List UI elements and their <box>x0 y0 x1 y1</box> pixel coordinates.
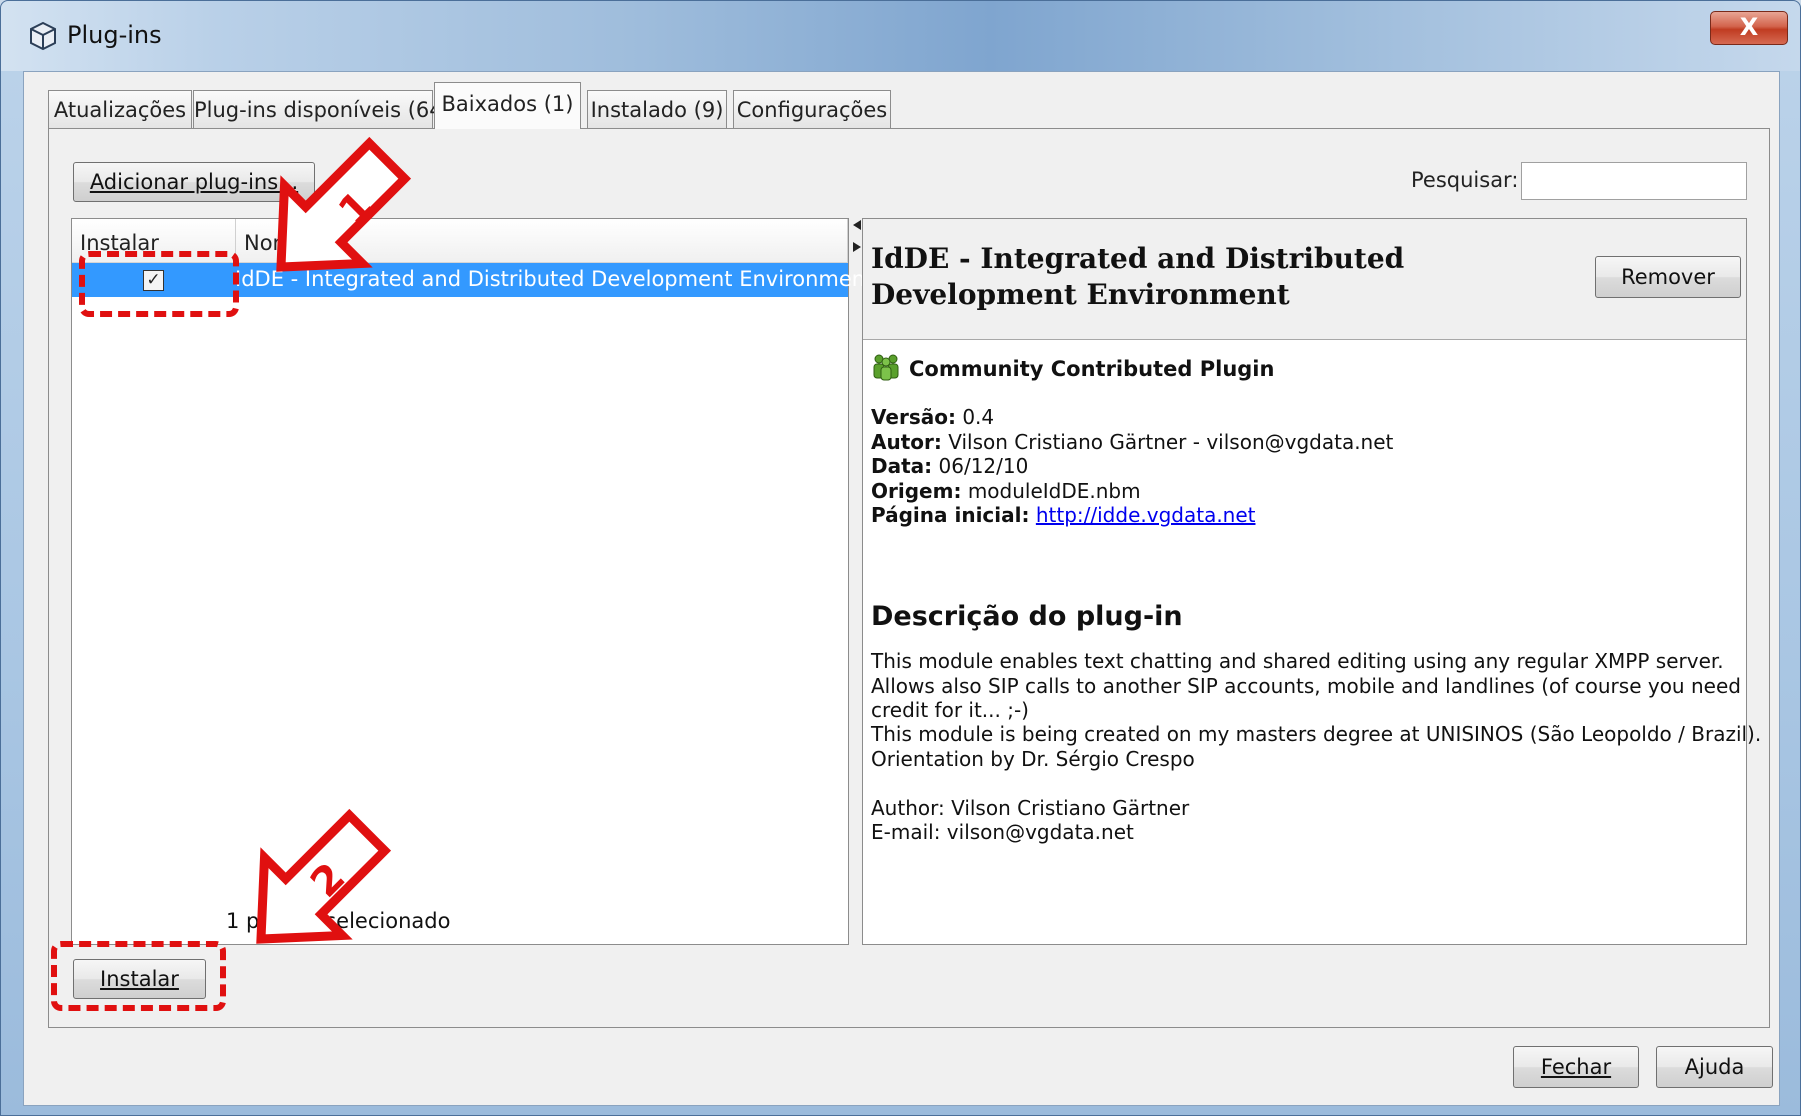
cube-icon <box>30 21 56 51</box>
field-versao: Versão: 0.4 <box>871 405 995 429</box>
annotation-arrow-2: 2 <box>256 808 392 944</box>
remove-button[interactable]: Remover <box>1595 256 1741 298</box>
homepage-link[interactable]: http://idde.vgdata.net <box>1036 503 1256 527</box>
close-button[interactable]: Fechar <box>1513 1046 1639 1088</box>
title-bar[interactable]: Plug-ins X <box>1 1 1800 71</box>
field-origem: Origem: moduleIdDE.nbm <box>871 479 1141 503</box>
downloaded-plugins-table: Instalar Nome ✓ IdDE - Integrated and Di… <box>71 218 873 945</box>
field-pagina-inicial: Página inicial: http://idde.vgdata.net <box>871 503 1256 527</box>
tab-baixados[interactable]: Baixados (1) <box>434 82 581 129</box>
community-badge: Community Contributed Plugin <box>871 353 1274 381</box>
plugins-window: Plug-ins X Atualizações Plug-ins disponí… <box>0 0 1801 1116</box>
field-data: Data: 06/12/10 <box>871 454 1029 478</box>
description-line: This module enables text chatting and sh… <box>871 649 1724 673</box>
plugin-details-panel: IdDE - Integrated and Distributed Develo… <box>862 218 1761 945</box>
community-badge-label: Community Contributed Plugin <box>909 357 1275 381</box>
description-line: Allows also SIP calls to another SIP acc… <box>871 674 1741 698</box>
annotation-arrow-1: 1 <box>276 136 412 272</box>
description-line: E-mail: vilson@vgdata.net <box>871 820 1134 844</box>
search-input[interactable] <box>1521 162 1747 200</box>
annotation-highlight-checkbox <box>79 251 239 317</box>
description-line: Orientation by Dr. Sérgio Crespo <box>871 747 1195 771</box>
help-button[interactable]: Ajuda <box>1656 1046 1773 1088</box>
field-autor: Autor: Vilson Cristiano Gärtner - vilson… <box>871 430 1394 454</box>
description-line: This module is being created on my maste… <box>871 722 1762 746</box>
annotation-highlight-install <box>51 941 226 1011</box>
tab-atualizacoes[interactable]: Atualizações <box>48 90 192 128</box>
people-icon <box>873 354 899 381</box>
window-close-button[interactable]: X <box>1710 11 1788 45</box>
tab-instalado[interactable]: Instalado (9) <box>587 90 727 128</box>
tab-configuracoes[interactable]: Configurações <box>733 90 891 128</box>
window-title: Plug-ins <box>67 21 162 49</box>
search-label: Pesquisar: <box>1411 168 1519 192</box>
details-header: IdDE - Integrated and Distributed Develo… <box>863 219 1746 340</box>
plugin-title: IdDE - Integrated and Distributed Develo… <box>871 242 1405 311</box>
description-title: Descrição do plug-in <box>871 601 1183 632</box>
description-line: Author: Vilson Cristiano Gärtner <box>871 796 1190 820</box>
description-line: credit for it... ;-) <box>871 698 1029 722</box>
